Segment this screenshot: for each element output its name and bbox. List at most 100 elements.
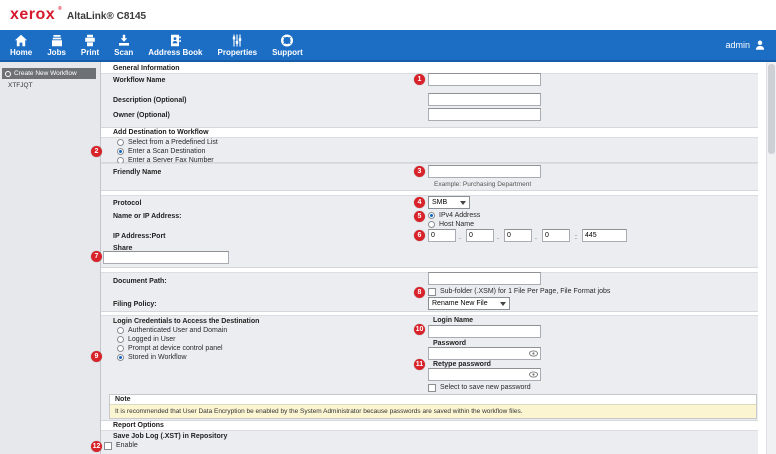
workflow-icon (5, 71, 11, 77)
radio-predefined-list[interactable] (117, 139, 124, 146)
user-icon (754, 39, 766, 51)
step-badge-2: 2 (91, 146, 102, 157)
main-nav: Home Jobs Print Scan Address Book Proper… (0, 30, 776, 62)
radio-stored-in-workflow[interactable] (117, 354, 124, 361)
show-retype-password-icon[interactable] (529, 371, 538, 378)
section-add-destination: Add Destination to Workflow (113, 129, 209, 136)
nav-print-label: Print (81, 48, 99, 57)
friendly-name-label: Friendly Name (113, 169, 161, 176)
workflow-name-input[interactable] (428, 73, 541, 86)
radio-prompt-at-panel[interactable] (117, 345, 124, 352)
nav-scan-label: Scan (114, 48, 133, 57)
step-badge-1: 1 (414, 74, 425, 85)
enable-job-log-label: Enable (116, 442, 138, 449)
subfolder-checkbox[interactable] (428, 288, 436, 296)
document-path-input[interactable] (428, 272, 541, 285)
nav-jobs[interactable]: Jobs (47, 34, 66, 57)
save-password-checkbox-label: Select to save new password (440, 384, 531, 391)
save-job-log-label: Save Job Log (.XST) in Repository (113, 433, 227, 440)
radio-host-name[interactable] (428, 221, 435, 228)
printer-model: AltaLink® C8145 (67, 11, 146, 22)
note-header (110, 395, 756, 405)
sidebar-item-label: Create New Workflow (14, 70, 77, 77)
friendly-name-input[interactable] (428, 165, 541, 178)
home-icon (14, 34, 28, 47)
owner-input[interactable] (428, 108, 541, 121)
ip-octet-3-input[interactable] (504, 229, 532, 242)
radio-host-name-label: Host Name (439, 221, 474, 228)
nav-print[interactable]: Print (81, 34, 99, 57)
owner-label: Owner (Optional) (113, 112, 170, 119)
scrollbar-thumb[interactable] (768, 64, 775, 154)
show-password-icon[interactable] (529, 350, 538, 357)
share-input[interactable] (103, 251, 229, 264)
enable-job-log-checkbox[interactable] (104, 442, 112, 450)
step-badge-9: 9 (91, 351, 102, 362)
step-badge-12: 12 (91, 441, 102, 452)
login-name-input[interactable] (428, 325, 541, 338)
friendly-name-hint: Example: Purchasing Department (434, 181, 531, 188)
nav-support[interactable]: Support (272, 34, 303, 57)
nav-address-book-label: Address Book (148, 48, 202, 57)
retype-password-input[interactable] (428, 368, 541, 381)
address-book-icon (168, 34, 182, 47)
xerox-web-ui: xerox ® AltaLink® C8145 Home Jobs Print … (0, 0, 776, 454)
scrollbar[interactable] (766, 62, 776, 454)
nav-properties[interactable]: Properties (218, 34, 258, 57)
ip-octet-4-input[interactable] (542, 229, 570, 242)
ip-octet-2-input[interactable] (466, 229, 494, 242)
step-badge-8: 8 (414, 287, 425, 298)
note-box (109, 394, 757, 419)
description-label: Description (Optional) (113, 97, 187, 104)
nav-home[interactable]: Home (10, 34, 32, 57)
radio-scan-destination[interactable] (117, 148, 124, 155)
ip-address-port-label: IP Address:Port (113, 233, 166, 240)
step-badge-11: 11 (414, 359, 425, 370)
protocol-select[interactable]: SMB (428, 196, 470, 209)
workflow-name-label: Workflow Name (113, 77, 165, 84)
logged-in-user[interactable]: admin (725, 39, 766, 51)
workflow-sidebar: Create New Workflow XTFJQT (0, 62, 100, 454)
step-badge-6: 6 (414, 230, 425, 241)
ip-dot-separator: . (459, 234, 461, 241)
radio-scan-destination-label: Enter a Scan Destination (128, 148, 205, 155)
nav-support-label: Support (272, 48, 303, 57)
step-badge-10: 10 (414, 324, 425, 335)
save-password-checkbox[interactable] (428, 384, 436, 392)
nav-scan[interactable]: Scan (114, 34, 133, 57)
radio-authenticated-user[interactable] (117, 327, 124, 334)
ip-port-input[interactable] (582, 229, 627, 242)
nav-jobs-label: Jobs (47, 48, 66, 57)
ip-octet-1-input[interactable] (428, 229, 456, 242)
section-report-options: Report Options (113, 422, 164, 429)
nav-home-label: Home (10, 48, 32, 57)
radio-logged-in-user-label: Logged in User (128, 336, 175, 343)
workflow-form: General Information Workflow Name 1 Desc… (100, 62, 768, 454)
step-badge-4: 4 (414, 197, 425, 208)
protocol-selected-value: SMB (432, 199, 447, 206)
document-path-label: Document Path: (113, 278, 167, 285)
note-title: Note (115, 396, 131, 403)
nav-properties-label: Properties (218, 48, 258, 57)
section-general-information: General Information (113, 65, 180, 72)
radio-predefined-list-label: Select from a Predefined List (128, 139, 218, 146)
login-name-label: Login Name (433, 317, 473, 324)
ip-dot-separator: . (497, 234, 499, 241)
filing-policy-select[interactable]: Rename New File (428, 297, 510, 310)
sidebar-item-create-new-workflow[interactable]: Create New Workflow (2, 68, 96, 79)
radio-logged-in-user[interactable] (117, 336, 124, 343)
description-input[interactable] (428, 93, 541, 106)
ip-dot-separator: . (535, 234, 537, 241)
support-icon (280, 34, 294, 47)
note-text: It is recommended that User Data Encrypt… (115, 408, 523, 415)
radio-ipv4-address[interactable] (428, 212, 435, 219)
nav-address-book[interactable]: Address Book (148, 34, 202, 57)
jobs-icon (50, 34, 64, 47)
radio-ipv4-address-label: IPv4 Address (439, 212, 480, 219)
step-badge-3: 3 (414, 166, 425, 177)
filing-policy-selected-value: Rename New File (432, 300, 488, 307)
retype-password-label: Retype password (433, 361, 491, 368)
step-badge-7: 7 (91, 251, 102, 262)
password-input[interactable] (428, 347, 541, 360)
sidebar-item-workflow[interactable]: XTFJQT (8, 82, 33, 89)
